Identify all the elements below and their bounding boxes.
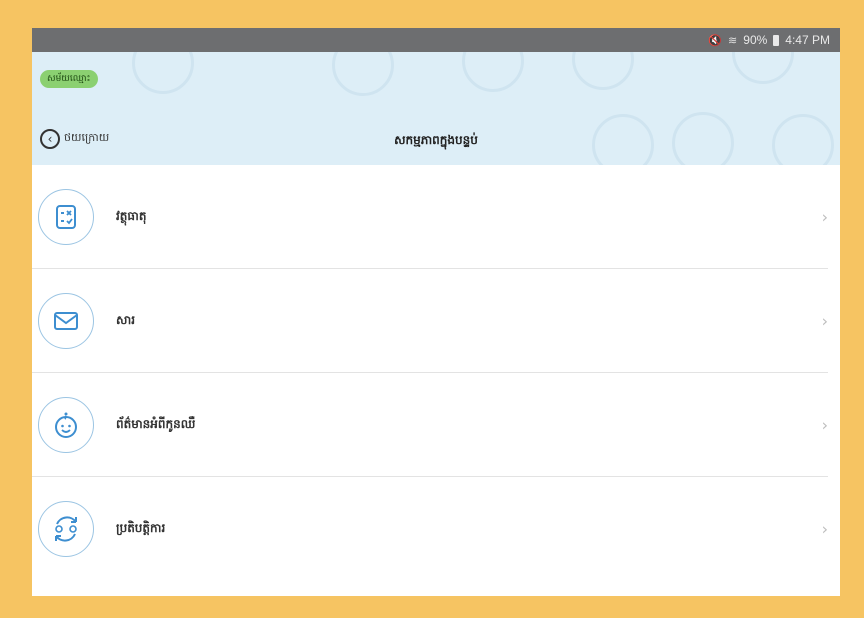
menu-item-messages[interactable]: សារ › xyxy=(32,269,828,373)
header: សម័យឈ្មោះ ‹ ថយក្រោយ សកម្មភាពក្នុងបន្ទប់ xyxy=(32,52,840,165)
background-ring xyxy=(572,52,634,90)
background-ring xyxy=(132,52,194,94)
background-ring xyxy=(732,52,794,84)
menu-item-label: វត្ថុធាតុ xyxy=(116,208,147,223)
chevron-right-icon: › xyxy=(821,311,828,330)
mute-icon: 🔇 xyxy=(708,34,723,47)
chevron-right-icon: › xyxy=(821,519,828,538)
menu-item-operations[interactable]: ប្រតិបត្តិការ › xyxy=(32,477,828,580)
baby-face-icon xyxy=(38,396,94,453)
menu-item-supplies[interactable]: វត្ថុធាតុ › xyxy=(32,165,828,269)
chevron-right-icon: › xyxy=(821,207,828,226)
background-ring xyxy=(332,52,394,96)
menu-item-label: សារ xyxy=(116,312,136,327)
menu-item-child-info[interactable]: ព័ត៌មានអំពីកូនឈឺ › xyxy=(32,373,828,477)
page-title: សកម្មភាពក្នុងបន្ទប់ xyxy=(394,133,478,147)
chevron-right-icon: › xyxy=(821,415,828,434)
sync-people-icon xyxy=(38,500,94,557)
user-chip[interactable]: សម័យឈ្មោះ xyxy=(40,70,98,88)
battery-level: 90% xyxy=(743,33,768,47)
wifi-icon: ≋ xyxy=(728,34,738,47)
clock: 4:47 PM xyxy=(785,33,830,47)
menu-list: វត្ថុធាតុ › សារ › ព័ត៌មានអំពីកូនឈឺ › ប្រ… xyxy=(32,165,840,580)
menu-item-label: ព័ត៌មានអំពីកូនឈឺ xyxy=(116,416,196,431)
menu-item-label: ប្រតិបត្តិការ xyxy=(116,520,166,535)
app-frame: 🔇 ≋ 90% 4:47 PM សម័យឈ្មោះ ‹ ថយក្រោយ សកម្… xyxy=(32,28,840,596)
envelope-icon xyxy=(38,292,94,349)
status-bar: 🔇 ≋ 90% 4:47 PM xyxy=(32,28,840,52)
battery-icon xyxy=(773,34,780,46)
background-ring xyxy=(462,52,524,92)
checklist-icon xyxy=(38,188,94,245)
